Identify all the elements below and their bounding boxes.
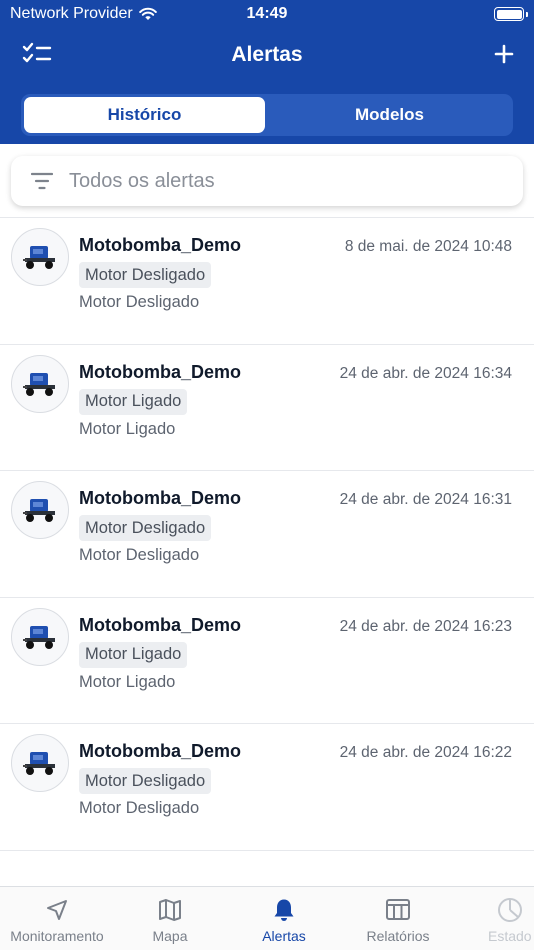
tab-monitoramento[interactable]: Monitoramento [1, 887, 113, 950]
segment-modelos[interactable]: Modelos [269, 97, 510, 133]
page-title: Alertas [231, 43, 303, 66]
motor-pump-icon [23, 246, 55, 269]
tab-label: Estado [488, 928, 532, 944]
device-name: Motobomba_Demo [79, 361, 241, 382]
device-name: Motobomba_Demo [79, 488, 241, 508]
alert-row[interactable]: Motobomba_Demo 24 de abr. de 2024 16:23 … [0, 598, 534, 724]
tab-label: Monitoramento [10, 928, 104, 944]
pie-chart-icon [498, 898, 522, 922]
motor-pump-icon [23, 372, 55, 396]
bell-icon [274, 899, 294, 921]
alert-tag: Motor Ligado [79, 641, 188, 668]
segmented-control: Histórico Modelos [21, 94, 513, 136]
alert-description: Motor Ligado [79, 672, 176, 691]
alert-tag: Motor Desligado [79, 515, 212, 541]
filter-bar[interactable]: Todos os alertas [11, 156, 523, 206]
plus-icon[interactable] [494, 44, 514, 64]
tab-relatorios[interactable]: Relatórios [342, 887, 454, 950]
alert-row[interactable]: Motobomba_Demo 24 de abr. de 2024 16:22 … [0, 724, 534, 851]
tab-alertas[interactable]: Alertas [228, 887, 340, 950]
navigation-arrow-icon [47, 900, 67, 920]
status-bar: Network Provider 14:49 [0, 0, 534, 30]
tab-label: Alertas [262, 928, 306, 944]
segment-historico[interactable]: Histórico [24, 97, 265, 133]
motor-pump-icon [23, 625, 55, 649]
device-avatar [11, 481, 69, 539]
alert-row[interactable]: Motobomba_Demo 24 de abr. de 2024 16:31 … [0, 471, 534, 598]
tab-label: Mapa [152, 928, 188, 944]
filter-icon[interactable] [31, 172, 53, 190]
filter-placeholder: Todos os alertas [69, 169, 215, 192]
motor-pump-icon [23, 752, 55, 775]
device-avatar [11, 734, 69, 792]
device-avatar [11, 607, 69, 666]
device-name: Motobomba_Demo [79, 614, 241, 635]
alert-tag: Motor Ligado [79, 388, 188, 415]
tab-bar: Monitoramento Mapa Alertas Relatórios Es… [0, 886, 534, 950]
device-name: Motobomba_Demo [79, 235, 241, 255]
alert-list: Motobomba_Demo 8 de mai. de 2024 10:48 M… [0, 217, 534, 851]
alert-row[interactable]: Motobomba_Demo 8 de mai. de 2024 10:48 M… [0, 218, 534, 345]
device-avatar [11, 354, 69, 413]
motor-pump-icon [23, 499, 55, 522]
alert-date: 8 de mai. de 2024 10:48 [344, 238, 512, 255]
alert-date: 24 de abr. de 2024 16:31 [339, 491, 512, 508]
clock: 14:49 [246, 5, 288, 22]
alert-description: Motor Desligado [79, 799, 200, 817]
app-header: Network Provider 14:49 Alertas Histórico… [0, 0, 534, 144]
alert-date: 24 de abr. de 2024 16:34 [339, 364, 512, 382]
alert-date: 24 de abr. de 2024 16:22 [339, 744, 512, 761]
device-avatar [11, 228, 69, 286]
table-icon [386, 899, 410, 920]
alert-date: 24 de abr. de 2024 16:23 [339, 617, 512, 635]
alert-row[interactable]: Motobomba_Demo 24 de abr. de 2024 16:34 … [0, 345, 534, 471]
alert-description: Motor Ligado [79, 419, 176, 438]
alert-description: Motor Desligado [79, 293, 200, 311]
alert-description: Motor Desligado [79, 546, 200, 564]
tab-mapa[interactable]: Mapa [114, 887, 226, 950]
map-icon [159, 899, 181, 921]
tab-label: Relatórios [366, 928, 430, 944]
battery-cap [526, 12, 528, 17]
battery-icon [494, 7, 524, 21]
alert-tag: Motor Desligado [79, 262, 212, 288]
device-name: Motobomba_Demo [79, 741, 241, 761]
alert-tag: Motor Desligado [79, 768, 212, 794]
tab-estado[interactable]: Estado [454, 887, 534, 950]
